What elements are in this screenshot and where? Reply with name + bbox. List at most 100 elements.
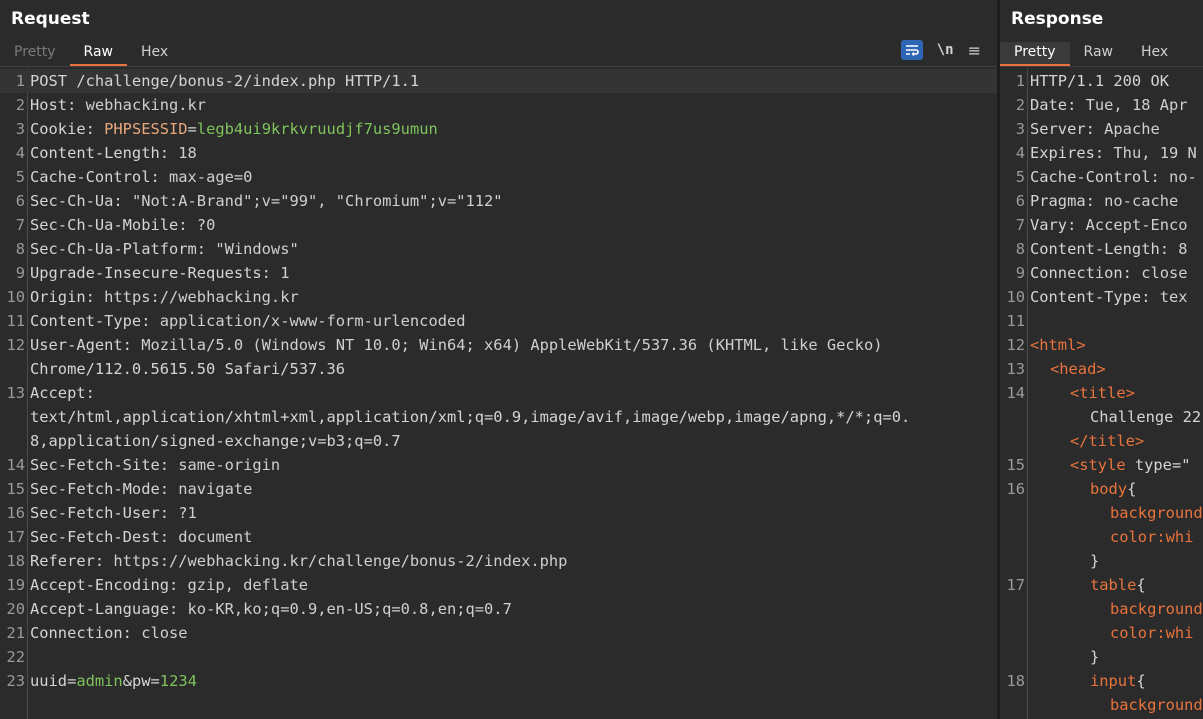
code-line: } xyxy=(1000,549,1203,573)
header-value: 1 xyxy=(270,264,290,282)
line-content: Connection: close xyxy=(1030,261,1188,285)
header-name: Date: xyxy=(1030,96,1077,114)
wrap-lines-icon[interactable] xyxy=(900,40,923,60)
body-token: = xyxy=(67,672,77,690)
header-value: Thu, 19 N xyxy=(1104,144,1197,162)
request-title: Request xyxy=(11,9,90,29)
line-content: Sec-Ch-Ua: "Not:A-Brand";v="99", "Chromi… xyxy=(30,189,503,213)
markup-token: { xyxy=(1136,672,1146,690)
line-content: Content-Length: 8 xyxy=(1030,237,1188,261)
header-name: Sec-Fetch-Site: xyxy=(30,456,169,474)
line-content: Content-Length: 18 xyxy=(30,141,197,165)
header-value: "Windows" xyxy=(206,240,299,258)
markup-token: background xyxy=(1110,696,1203,714)
request-tab-hex[interactable]: Hex xyxy=(127,42,182,66)
response-pane: Response Pretty Raw Hex 1 HTTP/1.1 200 OK… xyxy=(1000,0,1203,719)
line-content: color:whi xyxy=(1030,621,1193,645)
line-content: HTTP/1.1 200 OK xyxy=(1030,69,1169,93)
line-content: Challenge 22 xyxy=(1030,405,1201,429)
code-line: 17 table{ xyxy=(1000,573,1203,597)
header-name: POST /challenge/bonus-2/index.php HTTP/1… xyxy=(30,72,420,90)
code-line: 9 Upgrade-Insecure-Requests: 1 xyxy=(0,261,997,285)
cookie-equals: = xyxy=(187,120,197,138)
newline-toggle-icon[interactable]: \n xyxy=(937,42,954,58)
line-number: 7 xyxy=(1015,216,1025,234)
line-number: 15 xyxy=(6,480,25,498)
code-line: 14 <title> xyxy=(1000,381,1203,405)
line-content: background xyxy=(1030,597,1203,621)
line-content: background xyxy=(1030,693,1203,717)
request-tab-pretty[interactable]: Pretty xyxy=(0,42,70,66)
line-content: Cookie: PHPSESSID=legb4ui9krkvruudjf7us9… xyxy=(30,117,438,141)
code-line: 8 Sec-Ch-Ua-Platform: "Windows" xyxy=(0,237,997,261)
code-line: 10 Origin: https://webhacking.kr xyxy=(0,285,997,309)
code-line: 13 Accept: xyxy=(0,381,997,405)
code-line: 11 Content-Type: application/x-www-form-u… xyxy=(0,309,997,333)
line-content: Pragma: no-cache xyxy=(1030,189,1178,213)
line-number: 23 xyxy=(6,672,25,690)
header-value: gzip, deflate xyxy=(178,576,308,594)
markup-token: Challenge 22 xyxy=(1090,408,1202,426)
line-number: 8 xyxy=(15,240,25,258)
line-content: Referer: https://webhacking.kr/challenge… xyxy=(30,549,567,573)
request-editor[interactable]: 1 POST /challenge/bonus-2/index.php HTTP/… xyxy=(0,68,997,719)
code-line: 9 Connection: close xyxy=(1000,261,1203,285)
header-name: Connection: xyxy=(30,624,132,642)
line-number: 18 xyxy=(1006,672,1025,690)
response-tab-pretty[interactable]: Pretty xyxy=(1000,42,1070,66)
header-name: Sec-Ch-Ua-Platform: xyxy=(30,240,207,258)
body-token: admin xyxy=(76,672,123,690)
header-value: Tue, 18 Apr xyxy=(1076,96,1188,114)
request-pane: Request Pretty Raw Hex \n ≡ 1 POST /chall… xyxy=(0,0,997,719)
line-number: 22 xyxy=(6,648,25,666)
code-line: 11 xyxy=(1000,309,1203,333)
line-content: <head> xyxy=(1030,357,1106,381)
header-value: 8 xyxy=(1169,240,1188,258)
markup-token: color:whi xyxy=(1110,624,1194,642)
code-line: 8,application/signed-exchange;v=b3;q=0.7 xyxy=(0,429,997,453)
code-line: 2 Date: Tue, 18 Apr xyxy=(1000,93,1203,117)
line-number: 20 xyxy=(6,600,25,618)
response-tab-raw[interactable]: Raw xyxy=(1070,42,1127,66)
code-line: 4 Expires: Thu, 19 N xyxy=(1000,141,1203,165)
line-content: uuid=admin&pw=1234 xyxy=(30,669,197,693)
response-editor[interactable]: 1 HTTP/1.1 200 OK 2 Date: Tue, 18 Apr 3 Serve… xyxy=(1000,68,1203,719)
header-name: Sec-Fetch-Mode: xyxy=(30,480,169,498)
header-value: close xyxy=(1131,264,1188,282)
code-line: 18 input{ xyxy=(1000,669,1203,693)
header-name: Upgrade-Insecure-Requests: xyxy=(30,264,271,282)
header-value: ?0 xyxy=(187,216,216,234)
line-number: 17 xyxy=(6,528,25,546)
line-content: <title> xyxy=(1030,381,1135,405)
code-line: 20 Accept-Language: ko-KR,ko;q=0.9,en-US;… xyxy=(0,597,997,621)
line-content: Accept: xyxy=(30,381,95,405)
code-line: 16 Sec-Fetch-User: ?1 xyxy=(0,501,997,525)
header-value: same-origin xyxy=(169,456,281,474)
code-line: 12 <html> xyxy=(1000,333,1203,357)
code-line: 1 HTTP/1.1 200 OK xyxy=(1000,69,1203,93)
request-tab-raw[interactable]: Raw xyxy=(69,42,128,66)
header-name: Accept: xyxy=(30,384,95,402)
header-name: Cache-Control: xyxy=(30,168,160,186)
line-content: Vary: Accept-Enco xyxy=(1030,213,1188,237)
markup-token: <title> xyxy=(1070,384,1135,402)
line-number: 3 xyxy=(15,120,25,138)
response-tab-hex[interactable]: Hex xyxy=(1127,42,1182,66)
line-number: 12 xyxy=(1006,336,1025,354)
code-line: 19 Accept-Encoding: gzip, deflate xyxy=(0,573,997,597)
code-line: Chrome/112.0.5615.50 Safari/537.36 xyxy=(0,357,997,381)
line-number: 4 xyxy=(1015,144,1025,162)
line-continuation: 8,application/signed-exchange;v=b3;q=0.7 xyxy=(30,432,401,450)
code-line: 21 Connection: close xyxy=(0,621,997,645)
response-tabs: Pretty Raw Hex xyxy=(1000,42,1182,66)
line-content: POST /challenge/bonus-2/index.php HTTP/1… xyxy=(30,69,419,93)
header-value: https://webhacking.kr xyxy=(94,288,299,306)
line-content: } xyxy=(1030,549,1099,573)
code-line: 18 Referer: https://webhacking.kr/challen… xyxy=(0,549,997,573)
header-value: no- xyxy=(1159,168,1197,186)
request-tabs: Pretty Raw Hex xyxy=(0,42,182,66)
menu-icon[interactable]: ≡ xyxy=(968,41,981,60)
code-line: 6 Pragma: no-cache xyxy=(1000,189,1203,213)
line-content: Sec-Fetch-Site: same-origin xyxy=(30,453,280,477)
body-token: &pw xyxy=(122,672,151,690)
